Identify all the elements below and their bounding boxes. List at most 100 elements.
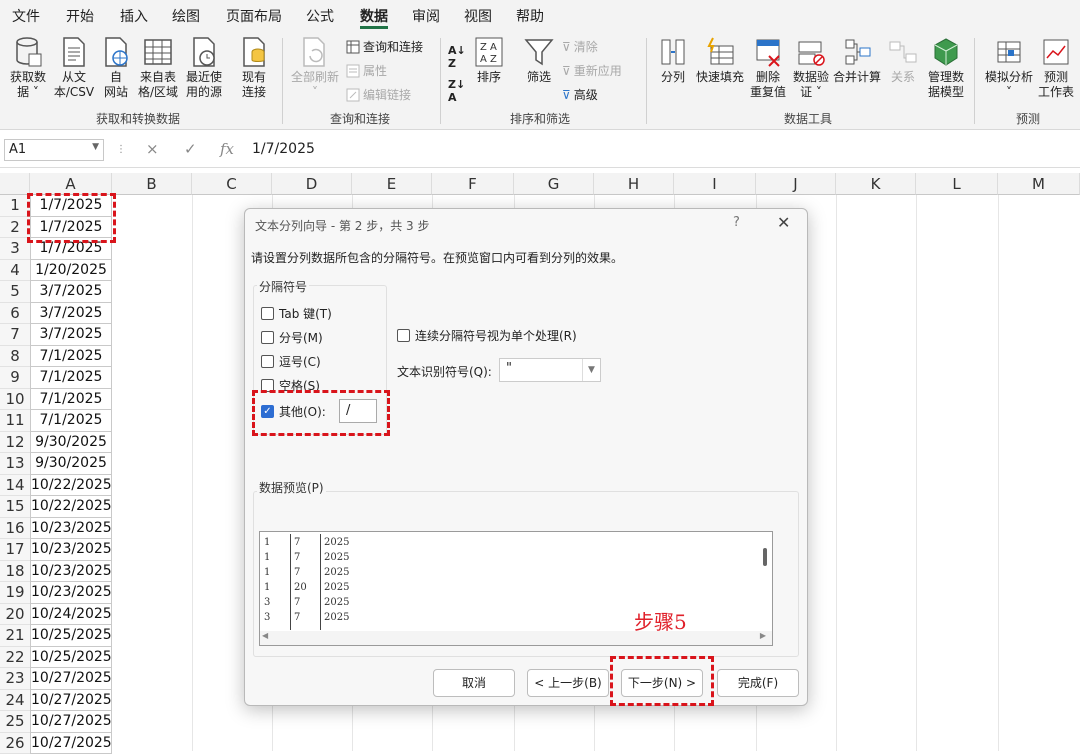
enter-icon[interactable]: ✓ [184,140,197,158]
from-web-button[interactable]: 自网站 [98,36,134,100]
tab-delimiter-checkbox[interactable]: Tab 键(T) [261,305,332,322]
cell-a[interactable]: 10/22/2025 [30,496,112,518]
forecast-sheet-button[interactable]: 预测工作表 [1036,36,1076,100]
tab-data[interactable]: 数据 [360,6,388,26]
cell-a[interactable]: 10/24/2025 [30,604,112,626]
row-header[interactable]: 15 [0,496,30,518]
refresh-all-button[interactable]: 全部刷新˅ [288,36,342,100]
text-to-columns-button[interactable]: 分列 [656,36,690,85]
row-header[interactable]: 23 [0,668,30,690]
back-button[interactable]: < 上一步(B) [527,669,609,697]
cell-a[interactable]: 7/1/2025 [30,367,112,389]
row-header[interactable]: 14 [0,475,30,497]
row-header[interactable]: 19 [0,582,30,604]
column-header-m[interactable]: M [998,173,1080,195]
close-icon[interactable]: ✕ [777,213,790,232]
column-header-l[interactable]: L [916,173,998,195]
finish-button[interactable]: 完成(F) [717,669,799,697]
row-header[interactable]: 3 [0,238,30,260]
cell-a[interactable]: 1/20/2025 [30,260,112,282]
cancel-icon[interactable]: × [146,140,159,158]
row-header[interactable]: 22 [0,647,30,669]
tab-page-layout[interactable]: 页面布局 [226,6,282,26]
column-header-i[interactable]: I [674,173,756,195]
row-header[interactable]: 12 [0,432,30,454]
semicolon-delimiter-checkbox[interactable]: 分号(M) [261,329,323,346]
column-header-k[interactable]: K [836,173,916,195]
tab-file[interactable]: 文件 [12,6,40,26]
column-header-c[interactable]: C [192,173,272,195]
row-header[interactable]: 24 [0,690,30,712]
vertical-scrollbar[interactable] [758,532,772,632]
reapply-button[interactable]: ⊽重新应用 [562,62,622,79]
advanced-filter-button[interactable]: ⊽高级 [562,86,598,103]
cell-a[interactable]: 9/30/2025 [30,432,112,454]
cell-a[interactable]: 10/27/2025 [30,668,112,690]
data-preview-pane[interactable]: 1720251720251720251202025372025372025 ◀ … [259,531,773,646]
manage-data-model-button[interactable]: 管理数据模型 [924,36,968,100]
formula-input[interactable]: 1/7/2025 [252,141,315,157]
cell-a[interactable]: 7/1/2025 [30,389,112,411]
cell-a[interactable]: 3/7/2025 [30,324,112,346]
row-header[interactable]: 9 [0,367,30,389]
sort-az-button[interactable]: A↓Z [448,44,466,70]
cell-a[interactable]: 9/30/2025 [30,453,112,475]
row-header[interactable]: 18 [0,561,30,583]
row-header[interactable]: 11 [0,410,30,432]
from-table-button[interactable]: 来自表格/区域 [136,36,180,100]
row-header[interactable]: 16 [0,518,30,540]
row-header[interactable]: 5 [0,281,30,303]
name-box[interactable]: A1 ▼ [4,139,104,161]
edit-links-button[interactable]: 编辑链接 [346,86,411,103]
column-header-e[interactable]: E [352,173,432,195]
clear-filter-button[interactable]: ⊽清除 [562,38,598,55]
relationships-button[interactable]: 关系 [886,36,920,85]
row-header[interactable]: 2 [0,217,30,239]
remove-duplicates-button[interactable]: 删除重复值 [748,36,788,100]
queries-connections-button[interactable]: 查询和连接 [346,38,423,55]
tab-view[interactable]: 视图 [464,6,492,26]
row-header[interactable]: 6 [0,303,30,325]
tab-help[interactable]: 帮助 [516,6,544,26]
more-options-icon[interactable]: ⋮ [116,144,126,155]
column-header-f[interactable]: F [432,173,514,195]
column-header-d[interactable]: D [272,173,352,195]
column-header-h[interactable]: H [594,173,674,195]
consecutive-delimiters-checkbox[interactable]: 连续分隔符号视为单个处理(R) [397,327,577,344]
row-header[interactable]: 21 [0,625,30,647]
row-header[interactable]: 7 [0,324,30,346]
cell-a[interactable]: 10/27/2025 [30,711,112,733]
row-header[interactable]: 17 [0,539,30,561]
tab-insert[interactable]: 插入 [120,6,148,26]
row-header[interactable]: 25 [0,711,30,733]
what-if-analysis-button[interactable]: 模拟分析˅ [982,36,1036,100]
from-csv-button[interactable]: 从文本/CSV [52,36,96,100]
get-data-button[interactable]: 获取数据 ˅ [6,36,50,100]
scroll-left-icon[interactable]: ◀ [262,631,268,640]
cell-a[interactable]: 7/1/2025 [30,410,112,432]
cell-a[interactable]: 10/22/2025 [30,475,112,497]
cell-a[interactable]: 10/27/2025 [30,690,112,712]
row-header[interactable]: 4 [0,260,30,282]
row-header[interactable]: 13 [0,453,30,475]
consolidate-button[interactable]: 合并计算 [832,36,882,85]
comma-delimiter-checkbox[interactable]: 逗号(C) [261,353,321,370]
horizontal-scrollbar[interactable]: ◀ ▶ [260,631,772,645]
column-header-g[interactable]: G [514,173,594,195]
tab-draw[interactable]: 绘图 [172,6,200,26]
cell-a[interactable]: 10/23/2025 [30,518,112,540]
text-qualifier-select[interactable]: " ▼ [499,358,601,382]
scroll-right-icon[interactable]: ▶ [760,631,766,640]
recent-sources-button[interactable]: 最近使用的源 [182,36,226,100]
data-validation-button[interactable]: 数据验证 ˅ [790,36,832,100]
cell-a[interactable]: 3/7/2025 [30,303,112,325]
chevron-down-icon[interactable]: ▼ [92,142,99,152]
cancel-button[interactable]: 取消 [433,669,515,697]
cell-a[interactable]: 7/1/2025 [30,346,112,368]
row-header[interactable]: 8 [0,346,30,368]
scroll-thumb[interactable] [763,548,767,566]
tab-home[interactable]: 开始 [66,6,94,26]
column-header-j[interactable]: J [756,173,836,195]
sort-za-button[interactable]: Z↓A [448,78,465,104]
existing-connections-button[interactable]: 现有连接 [236,36,272,100]
